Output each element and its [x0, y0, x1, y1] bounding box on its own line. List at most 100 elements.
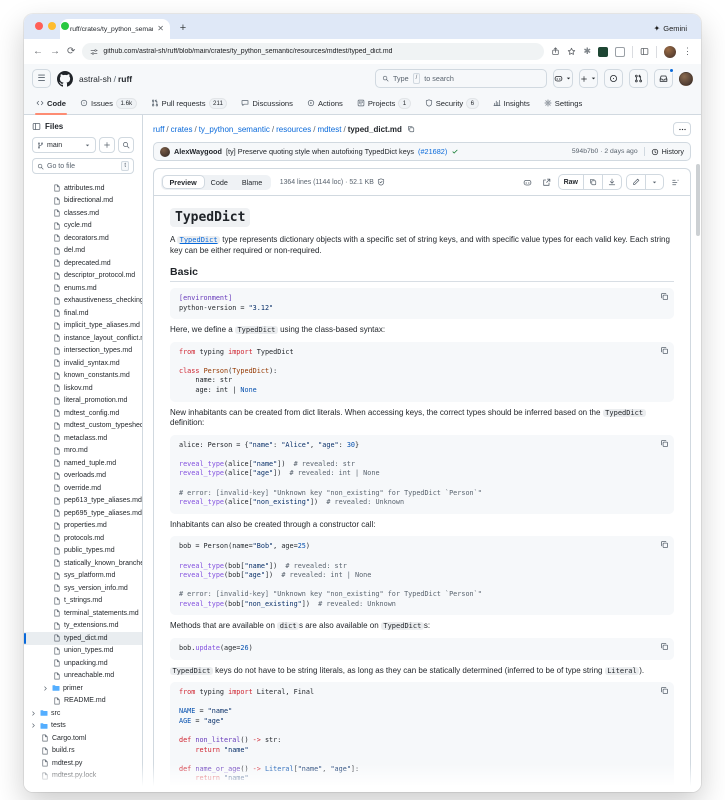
repo-link[interactable]: ruff: [118, 74, 132, 84]
file-tab-code[interactable]: Code: [204, 176, 235, 188]
global-nav-menu-button[interactable]: ☰: [32, 69, 51, 88]
commit-author[interactable]: AlexWaygood: [174, 147, 222, 156]
breadcrumb-link-ty-python-semantic[interactable]: ty_python_semantic: [199, 125, 270, 134]
your-pull-requests-button[interactable]: [629, 69, 648, 88]
tree-item-readme-md[interactable]: README.md: [24, 695, 142, 708]
tree-item-final-md[interactable]: final.md: [24, 307, 142, 320]
copy-file-button[interactable]: [583, 175, 602, 189]
breadcrumb-link-ruff[interactable]: ruff: [153, 125, 164, 134]
tree-item-intersection-types-md[interactable]: intersection_types.md: [24, 345, 142, 358]
tree-item-tests[interactable]: tests: [24, 720, 142, 733]
address-bar[interactable]: github.com/astral-sh/ruff/blob/main/crat…: [82, 43, 544, 60]
commit-pr-link[interactable]: (#21682): [418, 147, 447, 156]
more-options-button[interactable]: [673, 122, 691, 136]
tree-item-pep695-type-aliases-md[interactable]: pep695_type_aliases.md: [24, 507, 142, 520]
tree-item-attributes-md[interactable]: attributes.md: [24, 182, 142, 195]
copy-code-button[interactable]: [660, 540, 669, 549]
tree-item-metaclass-md[interactable]: metaclass.md: [24, 432, 142, 445]
copy-code-button[interactable]: [660, 686, 669, 695]
check-icon[interactable]: [451, 148, 459, 156]
close-window-button[interactable]: [35, 22, 43, 30]
tree-item-pep613-type-aliases-md[interactable]: pep613_type_aliases.md: [24, 495, 142, 508]
tree-item-sys-version-info-md[interactable]: sys_version_info.md: [24, 582, 142, 595]
tree-item-build-rs[interactable]: build.rs: [24, 745, 142, 758]
tree-item-override-md[interactable]: override.md: [24, 482, 142, 495]
repo-tab-discussions[interactable]: Discussions: [235, 92, 299, 114]
your-issues-button[interactable]: [604, 69, 623, 88]
tree-item-cargo-toml[interactable]: Cargo.toml: [24, 732, 142, 745]
extension-1-icon[interactable]: ✱: [583, 46, 591, 57]
share-icon[interactable]: [551, 47, 560, 56]
search-files-button[interactable]: [118, 137, 134, 153]
tree-item-unpacking-md[interactable]: unpacking.md: [24, 657, 142, 670]
tree-item-instance-layout-conflict-md[interactable]: instance_layout_conflict.md: [24, 332, 142, 345]
commit-message[interactable]: [ty] Preserve quoting style when autofix…: [226, 147, 414, 156]
breadcrumb-link-crates[interactable]: crates: [171, 125, 193, 134]
tree-item-literal-promotion-md[interactable]: literal_promotion.md: [24, 395, 142, 408]
tree-item-mdtest-custom-typeshed-md[interactable]: mdtest_custom_typeshed.md: [24, 420, 142, 433]
tree-item-del-md[interactable]: del.md: [24, 245, 142, 258]
edit-button[interactable]: [627, 175, 645, 189]
download-button[interactable]: [602, 175, 621, 189]
tree-item-exhaustiveness-checking-md[interactable]: exhaustiveness_checking.md: [24, 295, 142, 308]
repo-tab-security[interactable]: Security6: [419, 92, 485, 114]
raw-button[interactable]: Raw: [559, 175, 583, 189]
bookmark-star-icon[interactable]: [567, 47, 576, 56]
branch-selector[interactable]: main: [32, 137, 96, 153]
tree-item-src[interactable]: src: [24, 707, 142, 720]
site-info-icon[interactable]: [90, 48, 98, 56]
collapse-sidebar-icon[interactable]: [32, 122, 41, 131]
tree-item-mdtest-py-lock[interactable]: mdtest.py.lock: [24, 770, 142, 783]
github-logo[interactable]: [57, 71, 73, 87]
breadcrumb-link-mdtest[interactable]: mdtest: [317, 125, 341, 134]
tree-item-classes-md[interactable]: classes.md: [24, 207, 142, 220]
tree-item-liskov-md[interactable]: liskov.md: [24, 382, 142, 395]
repo-tab-projects[interactable]: Projects1: [351, 92, 417, 114]
page-scrollbar[interactable]: [696, 164, 700, 236]
add-file-button[interactable]: [99, 137, 115, 153]
repo-tab-actions[interactable]: Actions: [301, 92, 349, 114]
repo-tab-issues[interactable]: Issues1.6k: [74, 92, 143, 114]
commit-author-avatar[interactable]: [160, 147, 170, 157]
tree-item-sys-platform-md[interactable]: sys_platform.md: [24, 570, 142, 583]
create-new-button[interactable]: [579, 69, 598, 88]
back-icon[interactable]: ←: [33, 47, 43, 57]
tree-item-statically-known-branches-md[interactable]: statically_known_branches.md: [24, 557, 142, 570]
repo-tab-insights[interactable]: Insights: [487, 92, 536, 114]
maximize-window-button[interactable]: [61, 22, 69, 30]
tree-item-cycle-md[interactable]: cycle.md: [24, 220, 142, 233]
file-tab-blame[interactable]: Blame: [235, 176, 269, 188]
gemini-button[interactable]: ✦ Gemini: [654, 24, 687, 33]
edit-dropdown-button[interactable]: [645, 175, 663, 189]
side-panel-icon[interactable]: [640, 47, 649, 56]
org-link[interactable]: astral-sh: [79, 74, 112, 84]
extensions-icon[interactable]: [615, 47, 625, 57]
new-tab-button[interactable]: +: [174, 20, 192, 38]
tree-item-decorators-md[interactable]: decorators.md: [24, 232, 142, 245]
tree-item-properties-md[interactable]: properties.md: [24, 520, 142, 533]
symbols-panel-button[interactable]: [668, 175, 683, 190]
tree-item-implicit-type-aliases-md[interactable]: implicit_type_aliases.md: [24, 320, 142, 333]
tree-item-bidirectional-md[interactable]: bidirectional.md: [24, 195, 142, 208]
goto-file-input[interactable]: Go to file t: [32, 158, 134, 174]
forward-icon[interactable]: →: [50, 47, 60, 57]
tab-close-icon[interactable]: ✕: [157, 25, 164, 33]
copy-code-button[interactable]: [660, 346, 669, 355]
tree-item-union-types-md[interactable]: union_types.md: [24, 645, 142, 658]
tree-item-mdtest-config-md[interactable]: mdtest_config.md: [24, 407, 142, 420]
tree-item-unreachable-md[interactable]: unreachable.md: [24, 670, 142, 683]
copy-code-button[interactable]: [660, 642, 669, 651]
tree-item-enums-md[interactable]: enums.md: [24, 282, 142, 295]
history-button[interactable]: History: [644, 147, 684, 156]
copilot-file-button[interactable]: [520, 175, 535, 190]
tree-item-descriptor-protocol-md[interactable]: descriptor_protocol.md: [24, 270, 142, 283]
tree-item-t-strings-md[interactable]: t_strings.md: [24, 595, 142, 608]
tree-item-typed-dict-md[interactable]: typed_dict.md: [24, 632, 142, 645]
extension-2-icon[interactable]: [598, 47, 608, 57]
minimize-window-button[interactable]: [48, 22, 56, 30]
repo-tab-settings[interactable]: Settings: [538, 92, 588, 114]
copilot-button[interactable]: [553, 69, 573, 88]
tree-item-protocols-md[interactable]: protocols.md: [24, 532, 142, 545]
tree-item-overloads-md[interactable]: overloads.md: [24, 470, 142, 483]
tree-item-mro-md[interactable]: mro.md: [24, 445, 142, 458]
